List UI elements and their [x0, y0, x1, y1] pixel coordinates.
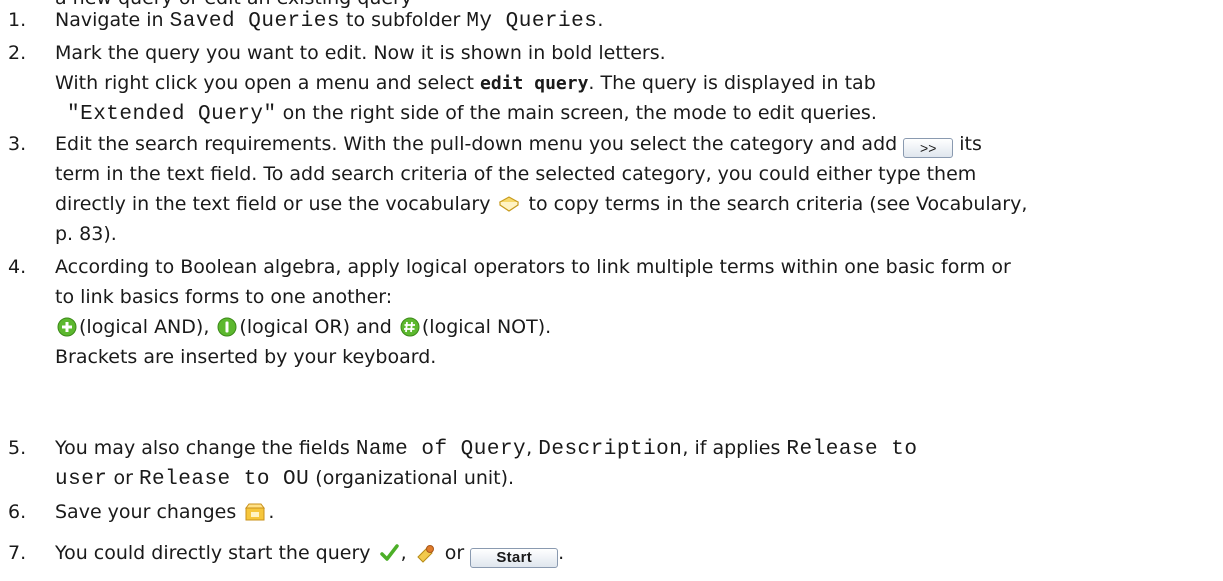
step-text: . The query is displayed in tab [588, 72, 876, 94]
step-text: . [558, 542, 565, 564]
step-text: Save your changes [55, 501, 243, 523]
step-number: 7. [8, 542, 27, 564]
saved-queries-label: Saved Queries [169, 10, 340, 33]
step-text: , if applies [682, 437, 787, 459]
step-text: to copy terms in the search criteria (se… [528, 193, 1028, 215]
step-text: , [526, 437, 539, 459]
save-icon[interactable] [244, 501, 266, 531]
extended-query-tab-label: "Extended Query" [67, 103, 277, 126]
logical-or-label: (logical OR) and [239, 316, 398, 338]
description-field-label: Description [538, 438, 683, 461]
step-text: . [268, 501, 275, 523]
step-text: (organizational unit). [309, 467, 515, 489]
step-text: directly in the text field or use the vo… [55, 193, 497, 215]
step-text: its [959, 133, 982, 155]
name-of-query-field-label: Name of Query [355, 438, 527, 461]
step-number: 5. [8, 437, 27, 459]
release-to-user-field-label: user [55, 468, 108, 491]
step-number: 4. [8, 256, 27, 278]
step-text: to link basics forms to one another: [55, 286, 393, 308]
step-text: You could directly start the query [55, 542, 377, 564]
add-button-icon[interactable]: >> [903, 138, 954, 158]
vocabulary-book-icon[interactable] [498, 193, 520, 223]
step-text: , [400, 542, 413, 564]
step-text: You may also change the fields [55, 437, 356, 459]
step-text: Brackets are inserted by your keyboard. [55, 346, 437, 368]
step-text: . [597, 9, 604, 31]
step-number: 1. [8, 9, 27, 31]
release-to-ou-field-label: Release to OU [138, 468, 310, 491]
checkmark-icon[interactable] [379, 542, 399, 572]
logical-and-label: (logical AND), [79, 316, 216, 338]
start-button[interactable]: Start [470, 548, 559, 568]
logical-not-label: (logical NOT). [421, 316, 552, 338]
release-to-user-field-label: Release to [786, 438, 918, 461]
step-text: Navigate in [55, 9, 170, 31]
step-text: Mark the query you want to edit. Now it … [55, 42, 666, 64]
edit-query-command: edit query [480, 73, 589, 94]
step-text: p. 83). [55, 223, 117, 245]
step-text: term in the text field. To add search cr… [55, 163, 977, 185]
my-queries-label: My Queries [466, 10, 598, 33]
step-number: 6. [8, 501, 27, 523]
manual-page: a new query or edit an existing query 1.… [0, 0, 1223, 581]
step-text: With right click you open a menu and sel… [55, 72, 481, 94]
step-text: on the right side of the main screen, th… [276, 102, 877, 124]
step-number: 3. [8, 133, 27, 155]
step-text: According to Boolean algebra, apply logi… [55, 256, 1011, 278]
step-text: or [438, 542, 471, 564]
search-run-icon[interactable] [415, 542, 437, 572]
step-text: or [107, 467, 139, 489]
step-text: Edit the search requirements. With the p… [55, 133, 904, 155]
step-text: to subfolder [339, 9, 467, 31]
step-number: 2. [8, 42, 27, 64]
